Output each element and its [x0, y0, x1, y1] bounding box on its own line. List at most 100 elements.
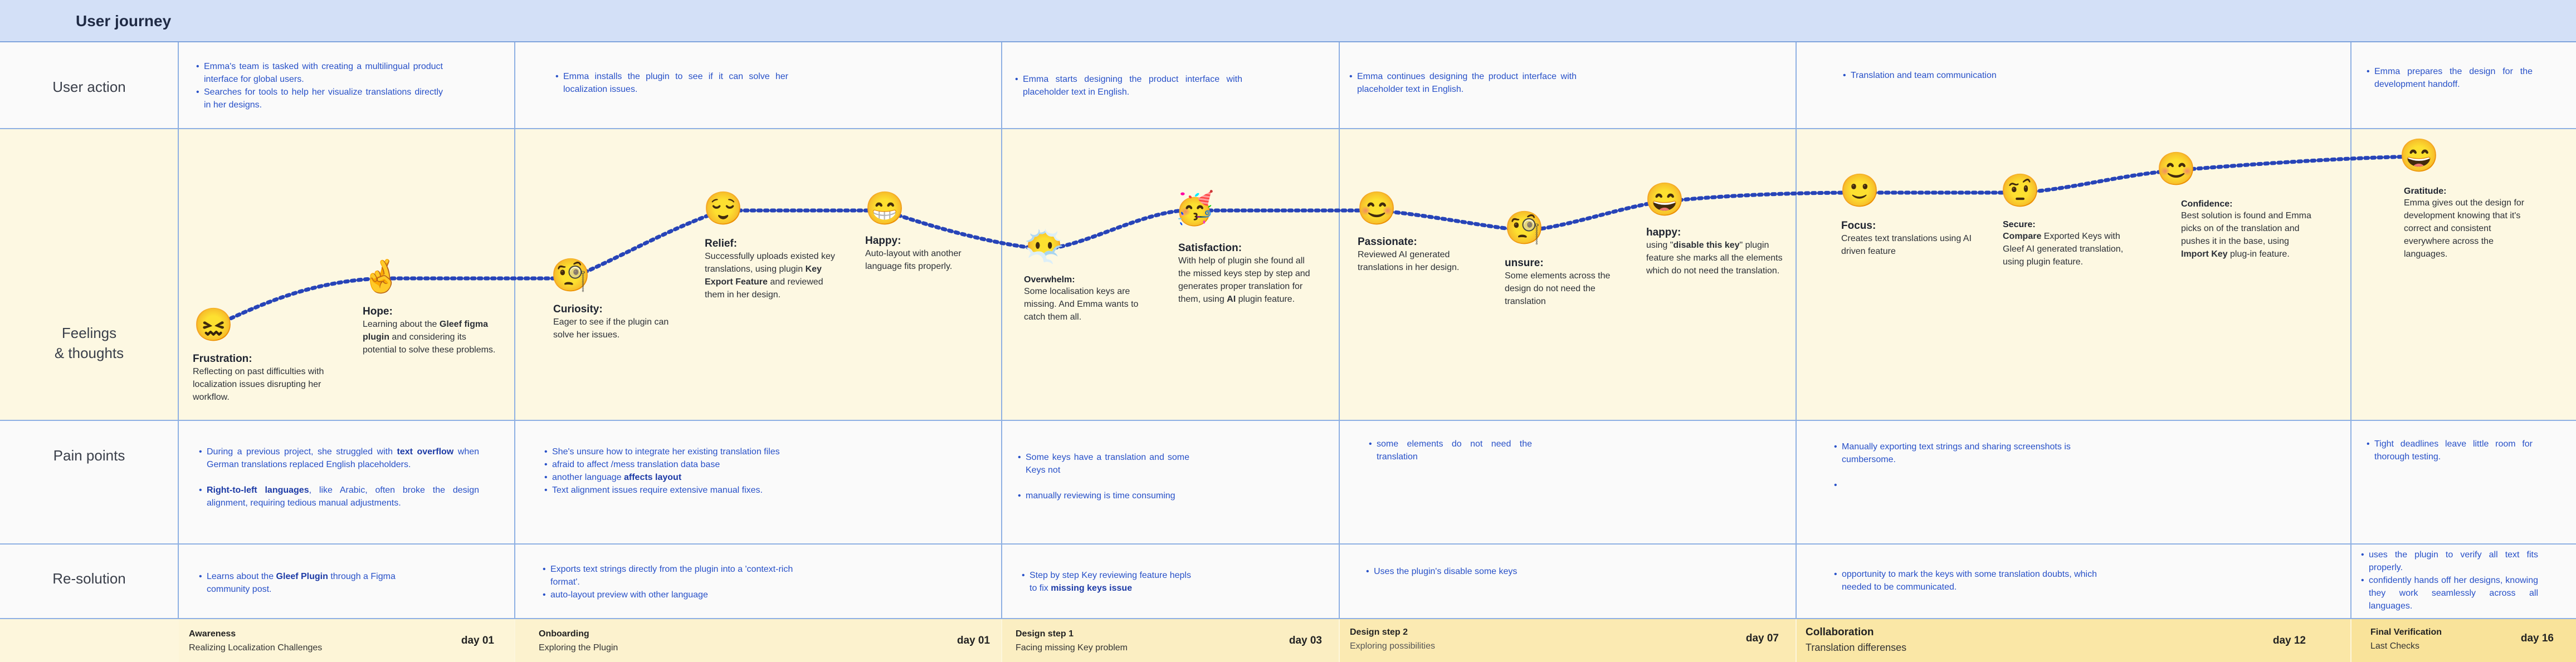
stage-subtitle: Facing missing Key problem [1016, 643, 1128, 653]
pain-point-item: During a previous project, she struggled… [199, 445, 479, 471]
emotion-title: Satisfaction: [1178, 242, 1242, 254]
resolution-cell: opportunity to mark the keys with some t… [1827, 568, 2117, 594]
emotion-title: Confidence: [2181, 199, 2233, 209]
pain-points-cell: Some keys have a translation and some Ke… [1011, 451, 1189, 502]
crossed-fingers-icon: 🤞 [361, 258, 402, 295]
emotion-text: Reviewed AI generated translations in he… [1358, 250, 1460, 272]
resolution-cell: Uses the plugin's disable some keys [1359, 565, 1593, 578]
resolution-item: Uses the plugin's disable some keys [1366, 565, 1593, 578]
face-with-monocle-icon: 🧐 [550, 257, 591, 293]
stage-subtitle: Exploring possibilities [1350, 641, 1435, 651]
pain-point-item: She's unsure how to integrate her existi… [544, 445, 816, 458]
emotion-confidence: Confidence: Best solution is found and E… [2181, 199, 2315, 261]
resolution-item: Learns about the Gleef Plugin through a … [199, 570, 437, 596]
emotion-title: Focus: [1841, 220, 1876, 232]
stage-name: Design step 1 [1016, 629, 1074, 639]
stage-subtitle: Last Checks [2370, 641, 2420, 651]
pain-point-item: Manually exporting text strings and shar… [1834, 440, 2106, 466]
smiling-face-icon: 😊 [1357, 190, 1397, 227]
emotion-relief: Relief: Successfully uploads existed key… [705, 238, 838, 301]
emotion-hope: Hope: Learning about the Gleef figma plu… [363, 306, 499, 356]
emotion-focus: Focus: Creates text translations using A… [1841, 220, 1972, 258]
emotion-text: With help of plugin she found all the mi… [1178, 256, 1310, 304]
stage-day: day 01 [461, 635, 494, 646]
stage-name: Design step 2 [1350, 627, 1408, 637]
face-in-clouds-icon: 😶‍🌫️ [1024, 229, 1065, 265]
confident-face-icon: 😊 [2156, 151, 2197, 187]
resolution-item: opportunity to mark the keys with some t… [1834, 568, 2117, 594]
emotion-gratitude: Gratitude: Emma gives out the design for… [2404, 187, 2538, 261]
pain-point-item: Tight deadlines leave little room for th… [2367, 438, 2533, 463]
emotion-text: using "disable this key" plugin feature … [1646, 241, 1783, 276]
pain-points-cell: During a previous project, she struggled… [192, 445, 479, 509]
emotion-title: Passionate: [1358, 236, 1417, 248]
pain-points-list: Some keys have a translation and some Ke… [1011, 451, 1189, 502]
smiling-eyes-icon: 😄 [1645, 182, 1685, 218]
emotion-happy-2: happy: using "disable this key" plugin f… [1646, 227, 1783, 277]
raised-eyebrow-icon: 🤨 [2000, 173, 2041, 209]
resolution-list: Uses the plugin's disable some keys [1359, 565, 1593, 578]
pain-point-item: Right-to-left languages, like Arabic, of… [199, 484, 479, 509]
resolution-item: confidently hands off her designs, knowi… [2361, 574, 2538, 612]
slightly-smiling-face-icon: 🙂 [1840, 173, 1880, 209]
resolution-item: Exports text strings directly from the p… [543, 563, 798, 589]
stage-design-step-1: Design step 1 Facing missing Key problem… [1002, 619, 1339, 662]
stage-final-verification: Final Verification Last Checks day 16 [2351, 619, 2576, 662]
stage-collaboration: Collaboration Translation differenses da… [1797, 619, 2350, 662]
emotion-text: Auto-layout with another language fits p… [865, 249, 962, 271]
emotion-title: Secure: [2003, 220, 2036, 229]
pain-points-list: During a previous project, she struggled… [192, 445, 479, 509]
pain-point-item: Text alignment issues require extensive … [544, 484, 816, 497]
emotion-unsure: unsure: Some elements across the design … [1505, 257, 1624, 308]
resolution-cell: Step by step Key reviewing feature hepls… [1015, 569, 1199, 595]
emotion-frustration: Frustration: Reflecting on past difficul… [193, 353, 326, 404]
pain-points-cell: some elements do not need the translatio… [1362, 438, 1532, 463]
resolution-list: opportunity to mark the keys with some t… [1827, 568, 2117, 594]
pain-points-cell: She's unsure how to integrate her existi… [538, 445, 816, 497]
stage-day: day 01 [957, 635, 990, 646]
pain-point-item: Some keys have a translation and some Ke… [1018, 451, 1189, 477]
emotion-text: Creates text translations using AI drive… [1841, 234, 1972, 256]
emotion-title: Curiosity: [553, 303, 603, 315]
emotion-text: Learning about the Gleef figma plugin an… [363, 320, 496, 355]
pain-points-cell: Tight deadlines leave little room for th… [2360, 438, 2533, 463]
pain-point-item: afraid to affect /mess translation data … [544, 458, 816, 471]
emotion-happy: Happy: Auto-layout with another language… [865, 235, 988, 273]
stage-day: day 03 [1289, 635, 1322, 646]
stage-name: Final Verification [2370, 627, 2442, 637]
pain-points-cell: Manually exporting text strings and shar… [1827, 440, 2106, 492]
pain-points-list: She's unsure how to integrate her existi… [538, 445, 816, 497]
emotion-satisfaction: Satisfaction: With help of plugin she fo… [1178, 242, 1318, 306]
stage-onboarding: Onboarding Exploring the Plugin day 01 [515, 619, 1001, 662]
stage-subtitle: Realizing Localization Challenges [189, 643, 323, 653]
pain-point-item: another language affects layout [544, 471, 816, 484]
stage-awareness: Awareness Realizing Localization Challen… [179, 619, 514, 662]
resolution-list: Step by step Key reviewing feature hepls… [1015, 569, 1199, 595]
pain-points-list: some elements do not need the translatio… [1362, 438, 1532, 463]
resolution-item: uses the plugin to verify all text fits … [2361, 548, 2538, 574]
emotion-text: Compare Exported Keys with Gleef AI gene… [2003, 232, 2124, 267]
resolution-list: Exports text strings directly from the p… [536, 563, 798, 601]
grinning-face-icon: 😁 [865, 190, 905, 227]
resolution-cell: Learns about the Gleef Plugin through a … [192, 570, 437, 596]
stage-subtitle: Exploring the Plugin [539, 643, 618, 653]
pain-point-item: manually reviewing is time consuming [1018, 489, 1189, 502]
resolution-cell: Exports text strings directly from the p… [536, 563, 798, 601]
emotion-text: Some localisation keys are missing. And … [1024, 287, 1139, 322]
emotion-title: Relief: [705, 238, 738, 249]
emotion-overwhelm: Overwhelm: Some localisation keys are mi… [1024, 275, 1152, 323]
emotion-title: Frustration: [193, 353, 252, 365]
confounded-face-icon: 😖 [193, 307, 234, 343]
emotion-curiosity: Curiosity: Eager to see if the plugin ca… [553, 303, 687, 341]
grateful-face-icon: 😄 [2399, 138, 2440, 174]
journey-board: { "title": "User journey", "rows": { "us… [0, 0, 2576, 662]
monocle-face-icon: 🧐 [1504, 210, 1545, 246]
pain-point-item: some elements do not need the translatio… [1369, 438, 1532, 463]
emotion-text: Eager to see if the plugin can solve her… [553, 317, 669, 340]
resolution-item: auto-layout preview with other language [543, 589, 798, 601]
emotion-text: Successfully uploads existed key transla… [705, 252, 835, 300]
resolution-cell: uses the plugin to verify all text fits … [2354, 548, 2538, 612]
stage-design-step-2: Design step 2 Exploring possibilities da… [1340, 619, 1796, 662]
resolution-list: uses the plugin to verify all text fits … [2354, 548, 2538, 612]
emotion-text: Some elements across the design do not n… [1505, 271, 1611, 306]
